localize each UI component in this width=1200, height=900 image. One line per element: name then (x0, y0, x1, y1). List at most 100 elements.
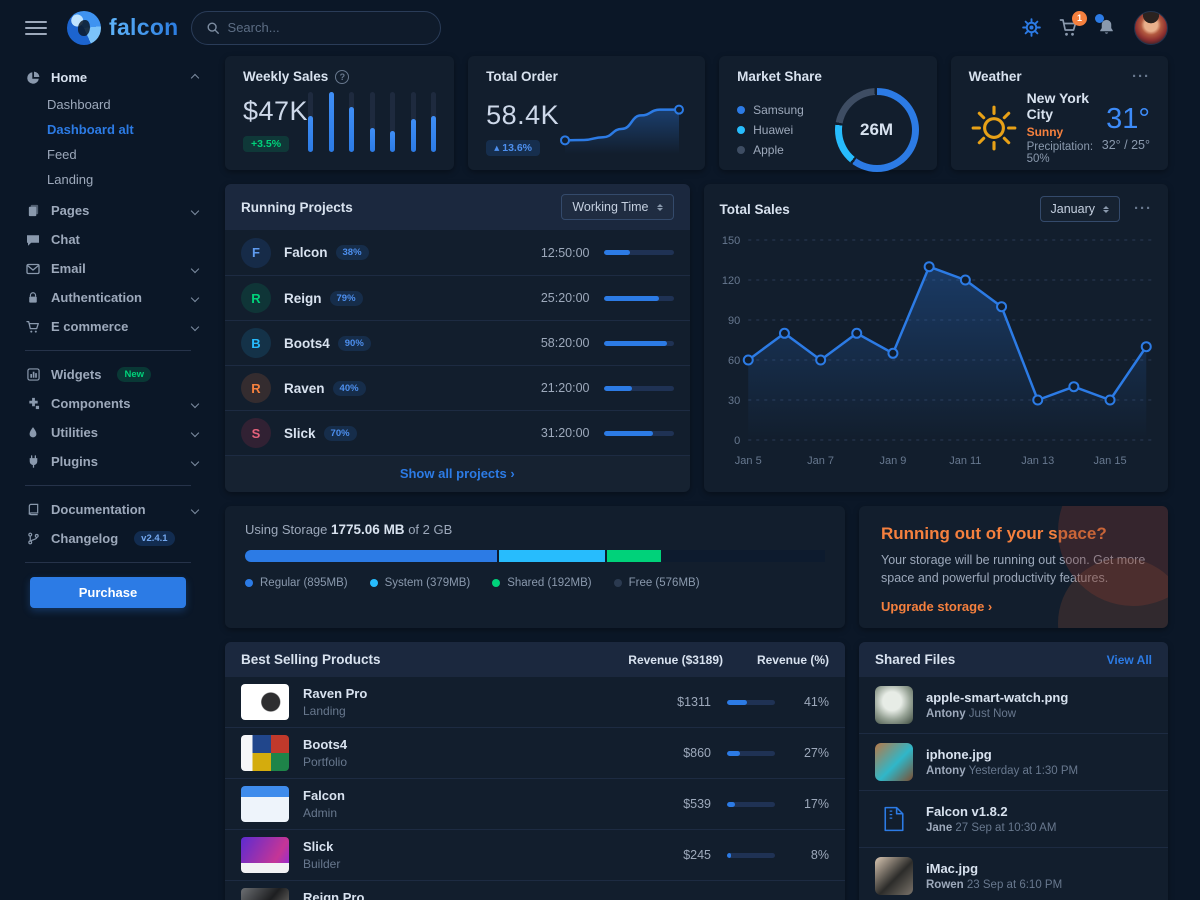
project-name[interactable]: Boots4 (284, 336, 330, 351)
sort-arrows-icon (657, 201, 663, 214)
sidebar-item-widgets[interactable]: WidgetsNew (0, 360, 216, 389)
cart-icon[interactable]: 1 (1059, 18, 1079, 38)
shared-files-card: Shared Files View All apple-smart-watch.… (859, 642, 1168, 900)
sort-arrows-icon (1103, 203, 1109, 216)
navbar-actions: 1 (1022, 11, 1168, 45)
product-category[interactable]: Landing (303, 704, 367, 718)
sidebar-item-dashboard-alt[interactable]: Dashboard alt (0, 117, 216, 142)
sidebar-item-changelog[interactable]: Changelogv2.4.1 (0, 524, 216, 553)
project-name[interactable]: Slick (284, 426, 316, 441)
product-category[interactable]: Builder (303, 857, 340, 871)
sidebar-nav: HomeDashboardDashboard altFeedLanding Pag… (0, 63, 216, 553)
user-avatar[interactable] (1134, 11, 1168, 45)
help-icon[interactable] (335, 70, 349, 84)
product-thumbnail (241, 837, 289, 873)
chevron-up-icon (191, 73, 199, 81)
search-box[interactable] (191, 11, 441, 45)
svg-text:30: 30 (728, 395, 740, 407)
file-name[interactable]: iMac.jpg (926, 861, 1062, 876)
product-name[interactable]: Falcon (303, 788, 345, 803)
file-meta: Antony Just Now (926, 708, 1068, 720)
settings-gear-icon[interactable] (1022, 18, 1041, 37)
sidebar-item-chat[interactable]: Chat (0, 225, 216, 254)
sidebar-item-dashboard[interactable]: Dashboard (0, 92, 216, 117)
market-share-total: 26M (835, 88, 919, 172)
legend-label: Free (576MB) (629, 577, 700, 589)
revenue-column-header: Revenue ($3189) (593, 653, 723, 667)
working-time-select[interactable]: Working Time (561, 194, 673, 220)
product-row-falcon: FalconAdmin$53917% (225, 778, 845, 829)
card-menu-icon[interactable] (1134, 206, 1152, 212)
project-name[interactable]: Falcon (284, 245, 328, 260)
project-avatar: S (241, 418, 271, 448)
file-row-iphone-jpg[interactable]: iphone.jpgAntony Yesterday at 1:30 PM (859, 733, 1168, 790)
sidebar-item-feed[interactable]: Feed (0, 142, 216, 167)
product-row-boots4: Boots4Portfolio$86027% (225, 727, 845, 778)
chevron-down-icon (191, 505, 199, 513)
file-row-imac-jpg[interactable]: iMac.jpgRowen 23 Sep at 6:10 PM (859, 847, 1168, 900)
card-menu-icon[interactable] (1132, 74, 1150, 80)
sidebar-item-authentication[interactable]: Authentication (0, 283, 216, 312)
sidebar-item-email[interactable]: Email (0, 254, 216, 283)
sidebar-item-pages[interactable]: Pages (0, 196, 216, 225)
product-list: Raven Pro Landing $1311 41% Boots4 Portfolio $… (225, 677, 845, 900)
sidebar-item-plugins[interactable]: Plugins (0, 447, 216, 476)
bar-fill (431, 116, 436, 152)
market-share-card: Market Share SamsungHuaweiApple 26M (719, 56, 936, 170)
month-select[interactable]: January (1040, 196, 1120, 222)
project-progress-fill (604, 431, 653, 436)
product-category[interactable]: Portfolio (303, 755, 347, 769)
product-name[interactable]: Slick (303, 839, 340, 854)
product-revenue: $1311 (641, 695, 711, 709)
show-all-projects-link[interactable]: Show all projects › (400, 466, 515, 481)
search-input[interactable] (228, 20, 426, 35)
sidebar-item-landing[interactable]: Landing (0, 167, 216, 192)
cart-icon (25, 320, 41, 334)
svg-text:Jan 11: Jan 11 (949, 455, 981, 467)
svg-text:0: 0 (734, 435, 740, 447)
hamburger-menu-icon[interactable] (25, 21, 47, 35)
product-name[interactable]: Boots4 (303, 737, 347, 752)
product-revenue-pct: 41% (789, 695, 829, 709)
sidebar-item-utilities[interactable]: Utilities (0, 418, 216, 447)
storage-used-value: 1775.06 MB (331, 522, 405, 537)
brand-logo[interactable]: falcon (67, 11, 179, 45)
product-category[interactable]: Admin (303, 806, 345, 820)
lock-icon (25, 291, 41, 304)
sidebar-item-e-commerce[interactable]: E commerce (0, 312, 216, 341)
purchase-button[interactable]: Purchase (30, 577, 186, 608)
product-revenue: $245 (641, 848, 711, 862)
weather-card: Weather New York City Sunny Precipitatio… (951, 56, 1168, 170)
product-revenue-pct: 8% (789, 848, 829, 862)
product-progress-bar (727, 751, 775, 756)
project-name[interactable]: Reign (284, 291, 322, 306)
file-author: Antony (926, 708, 966, 720)
project-row-right: 21:20:00 (541, 381, 674, 395)
upgrade-storage-link[interactable]: Upgrade storage › (881, 599, 992, 614)
sidebar-divider (25, 562, 191, 563)
weekly-sales-card: Weekly Sales $47K +3.5% (225, 56, 454, 170)
project-name[interactable]: Raven (284, 381, 325, 396)
sidebar-item-home[interactable]: Home (0, 63, 216, 92)
project-progress-fill (604, 341, 667, 346)
product-thumbnail (241, 684, 289, 720)
sidebar-item-documentation[interactable]: Documentation (0, 495, 216, 524)
notifications-bell-icon[interactable] (1097, 18, 1116, 37)
file-row-apple-smart-watch-png[interactable]: apple-smart-watch.png Antony Just Now (859, 677, 1168, 733)
file-name[interactable]: Falcon v1.8.2 (926, 804, 1056, 819)
view-all-link[interactable]: View All (1107, 653, 1152, 667)
legend-dot (737, 126, 745, 134)
file-row-falcon-v1-8-2[interactable]: Falcon v1.8.2Jane 27 Sep at 10:30 AM (859, 790, 1168, 847)
product-name[interactable]: Reign Pro (303, 890, 364, 900)
product-name[interactable]: Raven Pro (303, 686, 367, 701)
file-name[interactable]: iphone.jpg (926, 747, 1078, 762)
total-order-title: Total Order (486, 69, 558, 84)
sidebar-item-components[interactable]: Components (0, 389, 216, 418)
project-progress-badge: 90% (338, 336, 371, 351)
bar-track (349, 92, 354, 152)
legend-dot (737, 106, 745, 114)
chevron-down-icon (191, 264, 199, 272)
products-files-row: Best Selling Products Revenue ($3189) Re… (225, 642, 1168, 900)
file-name[interactable]: apple-smart-watch.png (926, 690, 1068, 705)
legend-item-apple: Apple (737, 140, 804, 160)
